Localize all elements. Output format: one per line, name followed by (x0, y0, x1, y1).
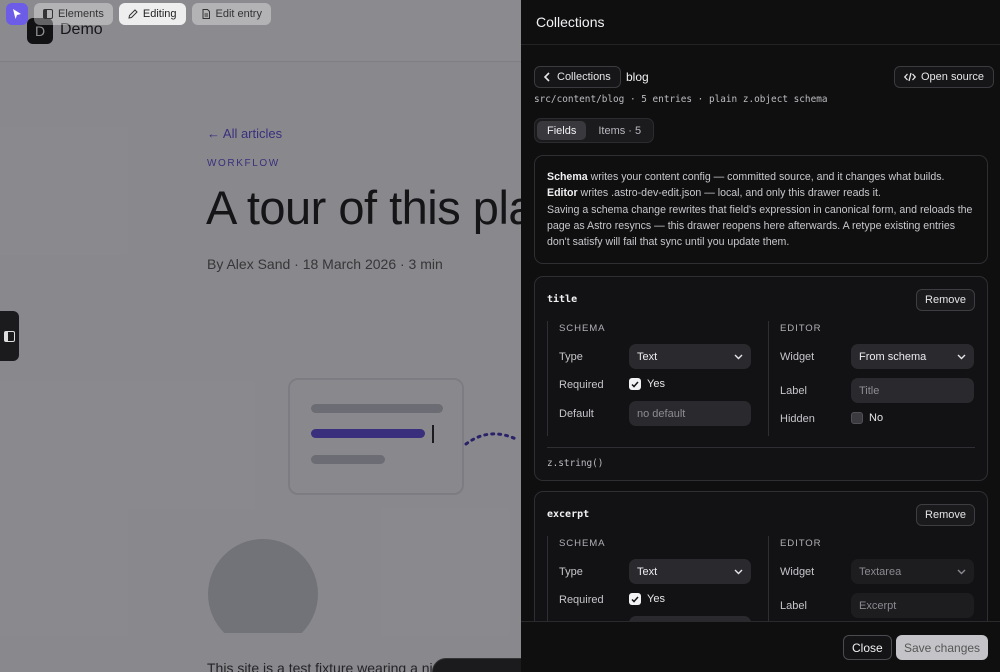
cursor-icon (13, 9, 21, 19)
type-value: Text (637, 565, 658, 578)
chevron-left-icon (543, 72, 550, 82)
hidden-label: Hidden (780, 413, 815, 425)
toolbar-edit-entry-label: Edit entry (215, 8, 262, 20)
chevron-down-icon (734, 354, 743, 359)
tab-items[interactable]: Items · 5 (588, 121, 651, 140)
field-name: excerpt (547, 509, 590, 520)
collection-meta: src/content/blog · 5 entries · plain z.o… (534, 94, 828, 105)
schema-term: Schema (547, 171, 588, 183)
schema-text: writes your content config — committed s… (587, 171, 945, 183)
type-select[interactable]: Text (629, 559, 751, 584)
drawer-footer: Close Save changes (521, 621, 1000, 672)
remove-field-button[interactable]: Remove (916, 289, 975, 311)
checkbox-checked[interactable] (629, 593, 641, 605)
field-expression: z.string() (547, 458, 604, 469)
label-input[interactable]: Title (851, 378, 974, 403)
required-value: Yes (647, 378, 665, 390)
field-divider (547, 447, 975, 448)
type-select[interactable]: Text (629, 344, 751, 369)
editor-text: writes .astro-dev-edit.json — local, and… (577, 187, 881, 200)
widget-value: Textarea (859, 565, 902, 578)
toolbar-editing-label: Editing (142, 8, 177, 20)
chevron-down-icon (734, 569, 743, 574)
check-icon (631, 381, 639, 388)
sidebar-icon (4, 330, 15, 342)
schema-heading: SCHEMA (559, 538, 606, 549)
check-icon (631, 596, 639, 603)
save-changes-button[interactable]: Save changes (896, 635, 989, 660)
schema-column: SCHEMA Type Text Required Yes Default no… (547, 321, 761, 436)
editor-heading: EDITOR (780, 323, 822, 334)
drawer-title: Collections (536, 14, 605, 30)
required-checkbox[interactable]: Yes (629, 378, 665, 390)
toolbar-elements-button[interactable]: Elements (34, 3, 113, 25)
chevron-down-icon (957, 569, 966, 574)
required-label: Required (559, 379, 604, 391)
hidden-checkbox[interactable]: No (851, 412, 883, 424)
widget-value: From schema (859, 350, 927, 363)
collections-drawer: Collections Collections blog Open source… (521, 0, 1000, 672)
widget-select[interactable]: From schema (851, 344, 974, 369)
editor-term: Editor (547, 187, 578, 200)
drawer-header: Collections (521, 0, 1000, 45)
tab-fields[interactable]: Fields (537, 121, 587, 140)
toolbar-editing-button[interactable]: Editing (118, 3, 186, 25)
schema-info-card: Schema writes your content config — comm… (534, 155, 988, 264)
toolbar-edit-entry-button[interactable]: Edit entry (191, 3, 271, 25)
label-label: Label (780, 600, 807, 612)
open-source-label: Open source (921, 71, 984, 83)
view-tabs: Fields Items · 5 (534, 118, 655, 143)
overlay-scrim[interactable] (0, 0, 521, 672)
required-checkbox[interactable]: Yes (629, 593, 665, 605)
toolbar-elements-label: Elements (58, 8, 104, 20)
document-icon (202, 9, 210, 19)
editor-heading: EDITOR (780, 538, 822, 549)
type-label: Type (559, 566, 583, 578)
checkbox-checked[interactable] (629, 378, 641, 390)
widget-label: Widget (780, 566, 815, 578)
panel-icon (43, 9, 53, 19)
required-label: Required (559, 594, 604, 606)
type-value: Text (637, 350, 658, 363)
close-button[interactable]: Close (843, 635, 892, 660)
field-card-title: title Remove SCHEMA Type Text Required Y… (534, 276, 988, 481)
editor-info-line: Editor writes .astro-dev-edit.json — loc… (547, 185, 975, 201)
required-value: Yes (647, 593, 665, 605)
schema-heading: SCHEMA (559, 323, 606, 334)
code-icon (904, 72, 916, 82)
resync-note: Saving a schema change rewrites that fie… (547, 203, 973, 249)
label-label: Label (780, 385, 807, 397)
default-input[interactable]: no default (629, 401, 751, 426)
back-to-collections-label: Collections (557, 71, 611, 83)
hidden-value: No (869, 412, 884, 424)
open-source-button[interactable]: Open source (894, 66, 994, 88)
toolbar-home-button[interactable] (6, 3, 28, 25)
back-to-collections-button[interactable]: Collections (534, 66, 621, 88)
sidebar-toggle[interactable] (0, 311, 19, 361)
dev-toolbar: Elements Editing Edit entry (0, 0, 521, 28)
remove-field-button[interactable]: Remove (916, 504, 975, 526)
widget-select[interactable]: Textarea (851, 559, 974, 584)
widget-label: Widget (780, 351, 815, 363)
schema-info-line: Schema writes your content config — comm… (547, 169, 975, 185)
current-collection: blog (626, 70, 649, 84)
chevron-down-icon (957, 354, 966, 359)
pencil-icon (128, 9, 138, 19)
type-label: Type (559, 351, 583, 363)
editor-column: EDITOR Widget From schema Label Title Hi… (768, 321, 975, 436)
field-name: title (547, 294, 578, 305)
checkbox-unchecked[interactable] (851, 412, 863, 424)
label-input[interactable]: Excerpt (851, 593, 974, 618)
default-label: Default (559, 408, 594, 420)
